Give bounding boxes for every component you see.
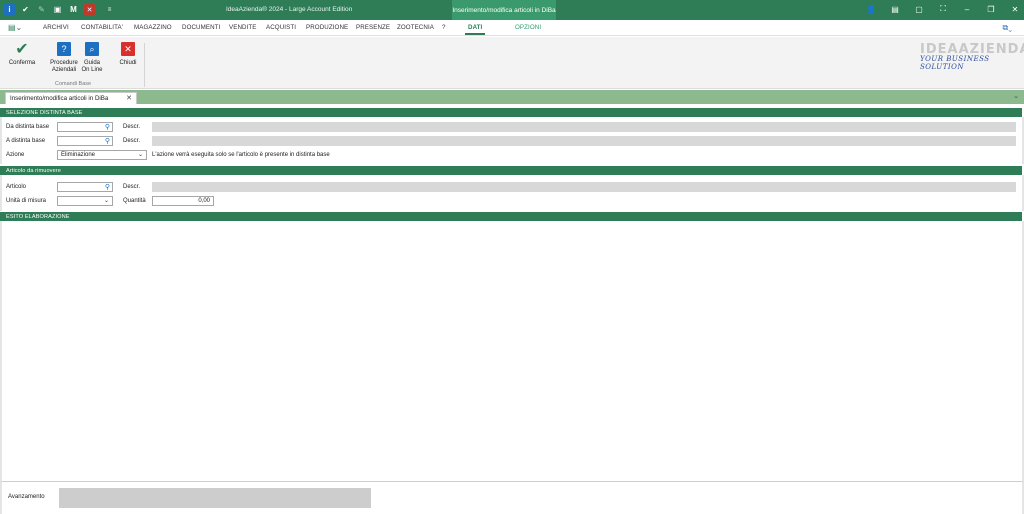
section-header-selezione: SELEZIONE DISTINTA BASE <box>0 108 1022 117</box>
conferma-button[interactable]: ✔ Conferma <box>2 40 42 67</box>
articolo-label: Articolo <box>6 184 27 190</box>
question-icon: ? <box>57 42 71 56</box>
section-header-articolo: Articolo da rimuovere <box>0 166 1022 175</box>
azione-selected-value: Eliminazione <box>61 152 96 158</box>
restore-icon[interactable]: ❐ <box>986 5 996 14</box>
unita-select[interactable]: ⌄ <box>57 196 113 206</box>
app-logo-icon: i <box>4 4 15 15</box>
azione-select[interactable]: Eliminazione ⌄ <box>57 150 147 160</box>
context-window-title: Inserimento/modifica articoli in DiBa <box>452 0 556 20</box>
app-title: IdeaAzienda® 2024 - Large Account Editio… <box>226 6 353 13</box>
menu-bar: ▤⌄ ARCHIVI CONTABILITA' MAGAZZINO DOCUME… <box>0 20 1024 36</box>
ribbon-separator <box>144 43 145 87</box>
menu-zootecnia[interactable]: ZOOTECNIA <box>397 24 434 31</box>
minimize-icon[interactable]: – <box>962 5 972 14</box>
window-controls: 👤 ▤ ▢ ⛶ – ❐ ✕ <box>866 4 1020 14</box>
a-distinta-label: A distinta base <box>6 138 46 144</box>
articolo-descr-field <box>152 182 1016 192</box>
ribbon: ✔ Conferma ? Procedure Aziendali ⌕ Guida… <box>0 37 1024 89</box>
menu-toggle-icon[interactable]: ▤⌄ <box>8 23 22 32</box>
menu-help[interactable]: ? <box>442 24 446 31</box>
document-tab[interactable]: Inserimento/modifica articoli in DiBa ✕ <box>5 92 137 104</box>
menu-documenti[interactable]: DOCUMENTI <box>182 24 220 31</box>
menu-produzione[interactable]: PRODUZIONE <box>306 24 348 31</box>
unita-label: Unità di misura <box>6 198 47 204</box>
document-tab-strip: Inserimento/modifica articoli in DiBa ✕ … <box>0 90 1024 104</box>
save-icon[interactable]: ▣ <box>52 4 63 15</box>
conferma-label: Conferma <box>8 60 36 66</box>
excel-icon[interactable]: ✕ <box>84 4 95 15</box>
document-tab-title: Inserimento/modifica articoli in DiBa <box>10 95 109 102</box>
azione-note: L'azione verrà eseguita solo se l'artico… <box>152 152 330 158</box>
search-icon[interactable]: ⚲ <box>105 123 110 131</box>
confirm-check-icon[interactable]: ✔ <box>20 4 31 15</box>
menu-contabilita[interactable]: CONTABILITA' <box>81 24 123 31</box>
close-tab-icon[interactable]: ✕ <box>126 94 132 102</box>
search-help-icon: ⌕ <box>85 42 99 56</box>
da-distinta-descr-field <box>152 122 1016 132</box>
menu-presenze[interactable]: PRESENZE <box>356 24 390 31</box>
layout-switch-icon[interactable]: ⧉⌄ <box>1003 23 1013 33</box>
menu-dati[interactable]: DATI <box>464 24 486 35</box>
avanzamento-label: Avanzamento <box>8 494 45 500</box>
da-distinta-input[interactable]: ⚲ <box>57 122 113 132</box>
esito-results-area <box>0 221 1024 481</box>
descr-label: Descr. <box>123 184 141 190</box>
logo-tagline: YOUR BUSINESS SOLUTION <box>920 55 990 71</box>
mail-icon[interactable]: M <box>68 4 79 15</box>
progress-bar <box>59 488 371 508</box>
a-distinta-descr-field <box>152 136 1016 146</box>
chevron-down-icon[interactable]: ⌄ <box>1013 92 1019 100</box>
guida-label-line2: On Line <box>81 67 103 73</box>
document-icon[interactable]: ▤ <box>890 5 900 14</box>
user-icon[interactable]: 👤 <box>866 5 876 14</box>
articolo-input[interactable]: ⚲ <box>57 182 113 192</box>
pen-icon[interactable]: ✎ <box>36 4 47 15</box>
window-icon[interactable]: ▢ <box>914 5 924 14</box>
azione-label: Azione <box>6 152 25 158</box>
close-icon: ✕ <box>121 42 135 56</box>
chevron-down-icon: ⌄ <box>103 198 109 204</box>
menu-opzioni[interactable]: OPZIONI <box>515 24 541 31</box>
title-bar: i ✔ ✎ ▣ M ✕ ≡ IdeaAzienda® 2024 - Large … <box>0 0 1024 20</box>
menu-vendite[interactable]: VENDITE <box>229 24 257 31</box>
da-distinta-label: Da distinta base <box>6 124 50 130</box>
customize-dropdown-icon[interactable]: ≡ <box>104 4 115 15</box>
guida-label-line1: Guida <box>83 60 100 66</box>
close-icon[interactable]: ✕ <box>1010 5 1020 14</box>
ribbon-group-label: Comandi Base <box>55 81 92 87</box>
descr-label: Descr. <box>123 124 141 130</box>
section-header-esito: ESITO ELABORAZIONE <box>0 212 1022 221</box>
chevron-down-icon: ⌄ <box>137 152 143 158</box>
search-icon[interactable]: ⚲ <box>105 183 110 191</box>
fullscreen-icon[interactable]: ⛶ <box>938 4 948 14</box>
menu-archivi[interactable]: ARCHIVI <box>43 24 69 31</box>
bottom-bar: Avanzamento <box>0 481 1024 514</box>
checkmark-icon: ✔ <box>15 40 29 58</box>
menu-magazzino[interactable]: MAGAZZINO <box>134 24 172 31</box>
menu-acquisti[interactable]: ACQUISTI <box>266 24 296 31</box>
a-distinta-input[interactable]: ⚲ <box>57 136 113 146</box>
chiudi-button[interactable]: ✕ Chiudi <box>108 40 148 67</box>
search-icon[interactable]: ⚲ <box>105 137 110 145</box>
guida-online-button[interactable]: ⌕ Guida On Line <box>72 40 112 74</box>
quantita-input[interactable]: 0,00 <box>152 196 214 206</box>
ideaazienda-logo: IDEAAZIENDA YOUR BUSINESS SOLUTION <box>920 42 1024 72</box>
chiudi-label: Chiudi <box>119 60 137 66</box>
descr-label: Descr. <box>123 138 141 144</box>
quick-access-toolbar: i ✔ ✎ ▣ M ✕ ≡ <box>4 4 115 15</box>
quantita-label: Quantità <box>123 198 146 204</box>
